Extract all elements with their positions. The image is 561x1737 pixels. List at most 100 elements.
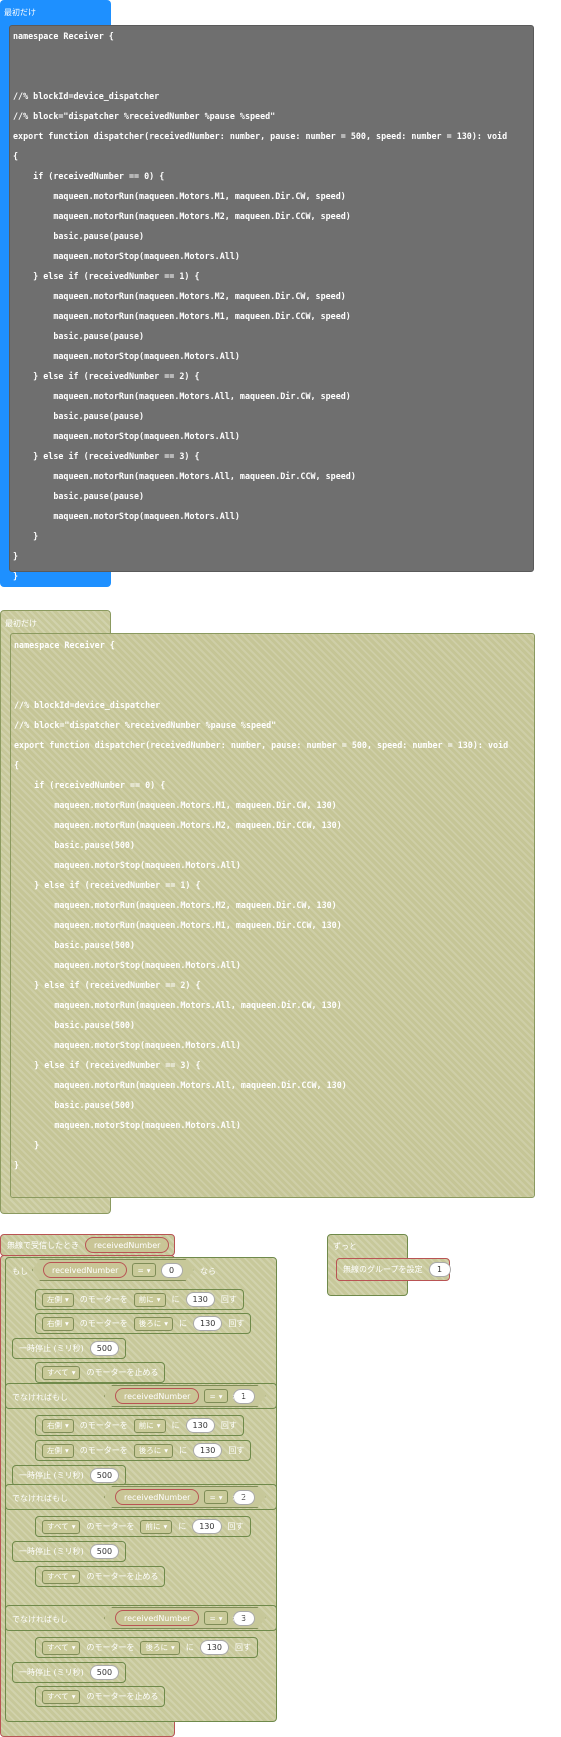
- motor-run-block[interactable]: 左側 ▾ のモーターを 前に ▾ に 130 回す: [35, 1289, 244, 1310]
- code-editor-2[interactable]: namespace Receiver { //% blockId=device_d…: [10, 633, 535, 1230]
- code-line: if (receivedNumber == 0) {: [14, 780, 166, 790]
- code-line: //% blockId=device_dispatcher: [14, 700, 161, 710]
- code-editor-1[interactable]: namespace Receiver {//% blockId=device_d…: [9, 25, 534, 581]
- then-label: なら: [232, 1393, 248, 1402]
- compare-value-input[interactable]: 0: [161, 1263, 183, 1278]
- pause-label: 一時停止 (ミリ秒): [19, 1471, 84, 1480]
- pause-ms-input[interactable]: 500: [89, 1544, 120, 1559]
- compare-operator-dropdown[interactable]: = ▾: [132, 1263, 155, 1277]
- pause-block[interactable]: 一時停止 (ミリ秒) 500: [12, 1465, 127, 1486]
- ni-label: に: [178, 1522, 187, 1531]
- motor-stop-dropdown[interactable]: すべて▾: [42, 1365, 81, 1380]
- on-start-block-2[interactable]: 最初だけ namespace Receiver { //% blockId=dev…: [0, 610, 535, 1230]
- motor-side-dropdown[interactable]: すべて ▾: [42, 1519, 81, 1534]
- radio-received-hat[interactable]: 無線で受信したとき receivedNumber: [0, 1234, 175, 1256]
- rotate-label: 回す: [220, 1421, 237, 1430]
- chevron-down-icon: ▾: [65, 1319, 69, 1328]
- motor-side-label: 左側: [47, 1295, 62, 1304]
- motor-run-block[interactable]: 右側 ▾ のモーターを 後ろに ▾ に 130 回す: [35, 1313, 252, 1334]
- ni-label: に: [171, 1421, 180, 1430]
- code-line: export function dispatcher(receivedNumbe…: [13, 131, 508, 141]
- pause-block[interactable]: 一時停止 (ミリ秒) 500: [12, 1541, 127, 1562]
- motor-direction-label: 後ろに: [145, 1643, 168, 1652]
- motor-side-dropdown[interactable]: 右側 ▾: [42, 1418, 74, 1433]
- code-line: {: [14, 760, 20, 770]
- code-line: maqueen.motorRun(maqueen.Motors.M1, maqu…: [14, 920, 342, 930]
- motor-speed-input[interactable]: 130: [199, 1640, 229, 1655]
- operator-label: =: [209, 1613, 216, 1623]
- chevron-down-icon: ▾: [163, 1522, 168, 1531]
- operator-label: =: [209, 1492, 216, 1502]
- on-start-label: 最初だけ: [5, 619, 37, 628]
- motor-direction-dropdown[interactable]: 前に ▾: [133, 1292, 166, 1307]
- pause-block[interactable]: 一時停止 (ミリ秒) 500: [12, 1338, 127, 1359]
- code-line: } else if (receivedNumber == 3) {: [14, 1060, 201, 1070]
- motor-side-dropdown[interactable]: 右側 ▾: [42, 1316, 74, 1331]
- motor-run-block[interactable]: 右側 ▾ のモーターを 前に ▾ に 130 回す: [35, 1415, 244, 1436]
- motor-label: のモーターを: [86, 1643, 135, 1652]
- motor-direction-dropdown[interactable]: 後ろに ▾: [140, 1640, 180, 1655]
- ni-label: に: [179, 1446, 188, 1455]
- chevron-down-icon: ▾: [170, 1643, 175, 1652]
- motor-stop-dropdown[interactable]: すべて▾: [42, 1569, 81, 1584]
- motor-run-block[interactable]: すべて ▾ のモーターを 前に ▾ に 130 回す: [35, 1516, 251, 1537]
- ni-label: に: [185, 1643, 194, 1652]
- motor-speed-input[interactable]: 130: [185, 1418, 215, 1433]
- motor-side-label: 右側: [47, 1319, 62, 1328]
- motor-stop-block[interactable]: すべて▾ のモーターを止める: [35, 1362, 166, 1383]
- code-line: }: [13, 571, 19, 581]
- pause-block[interactable]: 一時停止 (ミリ秒) 500: [12, 1662, 127, 1683]
- motor-stop-target-label: すべて: [47, 1572, 69, 1581]
- motor-label: のモーターを: [79, 1319, 128, 1328]
- motor-direction-dropdown[interactable]: 後ろに ▾: [133, 1316, 174, 1331]
- code-line: namespace Receiver {: [14, 640, 115, 650]
- pause-ms-input[interactable]: 500: [89, 1665, 120, 1680]
- radio-group-input[interactable]: 1: [428, 1262, 451, 1277]
- chevron-down-icon: ▾: [164, 1446, 169, 1455]
- motor-stop-dropdown[interactable]: すべて▾: [42, 1689, 81, 1704]
- motor-direction-dropdown[interactable]: 前に ▾: [133, 1418, 166, 1433]
- compare-operator-dropdown[interactable]: = ▾: [204, 1490, 227, 1504]
- received-number-variable[interactable]: receivedNumber: [115, 1489, 199, 1505]
- chevron-down-icon: ▾: [164, 1319, 169, 1328]
- motor-speed-input[interactable]: 130: [193, 1443, 223, 1458]
- chevron-down-icon: ▾: [156, 1295, 161, 1304]
- motor-stop-label: のモーターを止める: [86, 1368, 159, 1377]
- motor-stop-block[interactable]: すべて▾ のモーターを止める: [35, 1566, 166, 1587]
- code-line: maqueen.motorRun(maqueen.Motors.All, maq…: [13, 471, 356, 481]
- received-number-variable[interactable]: receivedNumber: [115, 1388, 199, 1404]
- chevron-down-icon: ▾: [146, 1265, 151, 1275]
- pause-ms-input[interactable]: 500: [89, 1341, 120, 1356]
- motor-direction-dropdown[interactable]: 後ろに ▾: [133, 1443, 174, 1458]
- pause-ms-input[interactable]: 500: [89, 1468, 120, 1483]
- code-line: maqueen.motorRun(maqueen.Motors.M1, maqu…: [14, 800, 337, 810]
- chevron-down-icon: ▾: [156, 1421, 161, 1430]
- received-number-param[interactable]: receivedNumber: [85, 1237, 170, 1253]
- compare-operator-dropdown[interactable]: = ▾: [204, 1611, 227, 1625]
- motor-side-dropdown[interactable]: すべて ▾: [42, 1640, 81, 1655]
- operator-label: =: [209, 1391, 216, 1401]
- motor-run-block[interactable]: 左側 ▾ のモーターを 後ろに ▾ に 130 回す: [35, 1440, 252, 1461]
- on-start-block-1[interactable]: 最初だけ namespace Receiver {//% blockId=dev…: [0, 0, 534, 587]
- code-line: basic.pause(pause): [13, 411, 145, 421]
- code-line: }: [14, 1160, 20, 1170]
- on-start-label: 最初だけ: [4, 8, 36, 17]
- motor-direction-label: 前に: [145, 1522, 161, 1531]
- motor-direction-dropdown[interactable]: 前に ▾: [140, 1519, 173, 1534]
- received-number-variable[interactable]: receivedNumber: [43, 1262, 127, 1278]
- motor-speed-input[interactable]: 130: [193, 1316, 223, 1331]
- motor-speed-input[interactable]: 130: [185, 1292, 215, 1307]
- motor-run-block[interactable]: すべて ▾ のモーターを 後ろに ▾ に 130 回す: [35, 1637, 258, 1658]
- code-line: maqueen.motorRun(maqueen.Motors.M1, maqu…: [13, 191, 346, 201]
- received-number-variable[interactable]: receivedNumber: [115, 1610, 199, 1626]
- motor-speed-input[interactable]: 130: [192, 1519, 222, 1534]
- motor-side-dropdown[interactable]: 左側 ▾: [42, 1292, 74, 1307]
- set-radio-group-block[interactable]: 無線のグループを設定 1: [336, 1258, 451, 1281]
- comparison-block[interactable]: receivedNumber = ▾ 0: [32, 1259, 194, 1281]
- code-line: basic.pause(pause): [13, 231, 145, 241]
- motor-side-label: すべて: [47, 1522, 69, 1531]
- motor-side-dropdown[interactable]: 左側 ▾: [42, 1443, 74, 1458]
- motor-stop-block[interactable]: すべて▾ のモーターを止める: [35, 1686, 166, 1707]
- compare-operator-dropdown[interactable]: = ▾: [204, 1389, 227, 1403]
- code-line: namespace Receiver {: [13, 31, 114, 41]
